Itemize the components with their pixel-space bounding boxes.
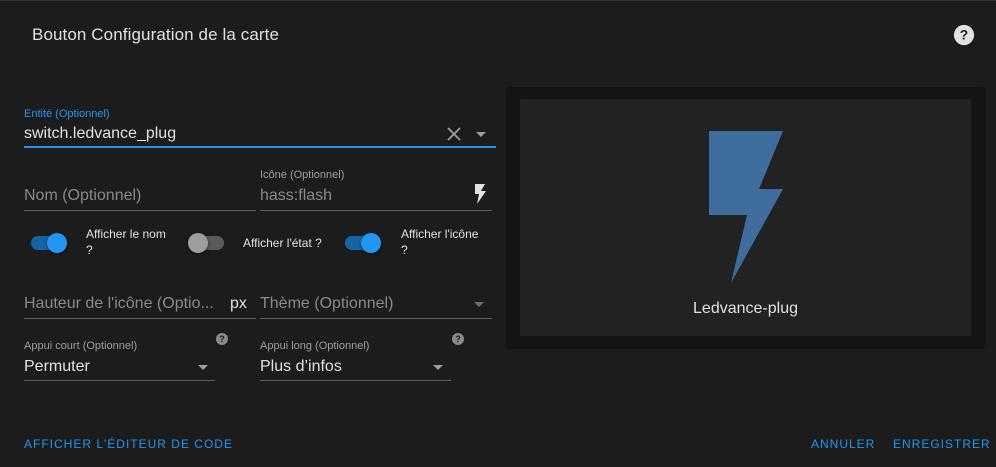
name-input[interactable]: Nom (Optionnel) xyxy=(24,187,141,205)
chevron-down-icon[interactable] xyxy=(476,132,486,137)
icon-input[interactable]: hass:flash xyxy=(260,187,332,205)
icon-underline xyxy=(260,210,492,211)
show-icon-label: Afficher l'icône ? xyxy=(401,227,479,257)
theme-underline xyxy=(260,318,492,319)
help-icon[interactable]: ? xyxy=(953,24,975,46)
theme-select[interactable]: Thème (Optionnel) xyxy=(260,295,393,313)
entity-label: Entité (Optionnel) xyxy=(24,108,110,120)
card-config-dialog: Bouton Configuration de la carte ? Entit… xyxy=(0,0,996,467)
flash-icon xyxy=(475,184,486,204)
icon-height-underline xyxy=(24,318,256,319)
show-icon-toggle[interactable] xyxy=(345,233,381,253)
flash-icon xyxy=(709,131,783,283)
svg-text:?: ? xyxy=(960,28,968,43)
icon-height-suffix: px xyxy=(230,295,247,312)
chevron-down-icon[interactable] xyxy=(474,302,484,307)
show-name-label: Afficher le nom ? xyxy=(86,227,166,257)
hold-action-underline xyxy=(260,380,451,381)
dialog-title: Bouton Configuration de la carte xyxy=(32,25,280,44)
show-state-label: Afficher l'état ? xyxy=(243,236,322,250)
show-state-toggle[interactable] xyxy=(188,233,224,253)
hold-action-help-icon[interactable]: ? xyxy=(452,333,464,345)
tap-action-label: Appui court (Optionnel) xyxy=(24,340,138,352)
chevron-down-icon[interactable] xyxy=(198,365,208,370)
preview-entity-name: Ledvance-plug xyxy=(693,300,798,317)
name-underline xyxy=(24,210,256,211)
icon-height-input[interactable]: Hauteur de l'icône (Optio... xyxy=(24,295,214,313)
hold-action-select[interactable]: Plus d’infos xyxy=(260,358,342,376)
tap-action-underline xyxy=(24,380,215,381)
entity-underline xyxy=(24,146,496,148)
chevron-down-icon[interactable] xyxy=(433,365,443,370)
cancel-button[interactable]: ANNULER xyxy=(811,437,875,451)
show-code-editor-button[interactable]: AFFICHER L'ÉDITEUR DE CODE xyxy=(24,437,233,451)
clear-icon[interactable] xyxy=(446,126,462,142)
entity-input[interactable]: switch.ledvance_plug xyxy=(24,125,176,143)
hold-action-label: Appui long (Optionnel) xyxy=(260,340,370,352)
icon-field-label: Icône (Optionnel) xyxy=(260,169,345,181)
tap-action-help-icon[interactable]: ? xyxy=(216,333,228,345)
save-button[interactable]: ENREGISTRER xyxy=(893,437,991,451)
show-name-toggle[interactable] xyxy=(31,233,67,253)
tap-action-select[interactable]: Permuter xyxy=(24,358,90,376)
